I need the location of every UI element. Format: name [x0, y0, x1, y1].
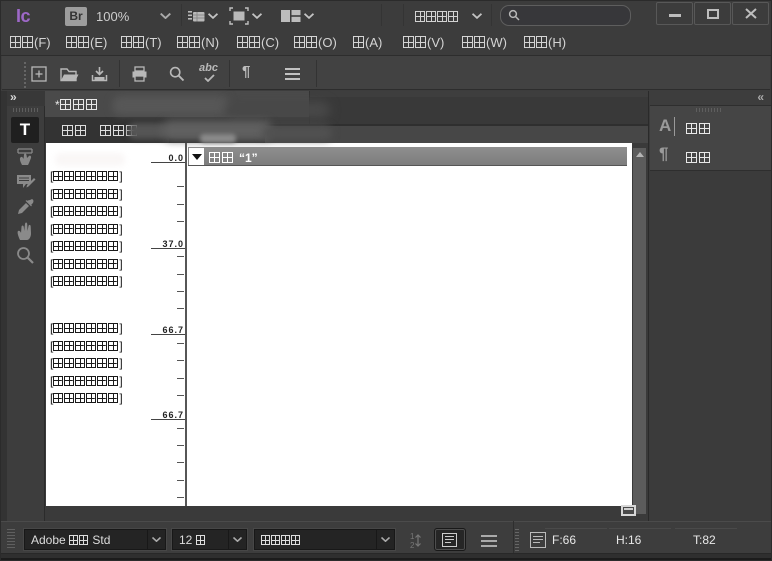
- svg-text:2: 2: [410, 541, 415, 549]
- svg-text:1: 1: [410, 532, 415, 541]
